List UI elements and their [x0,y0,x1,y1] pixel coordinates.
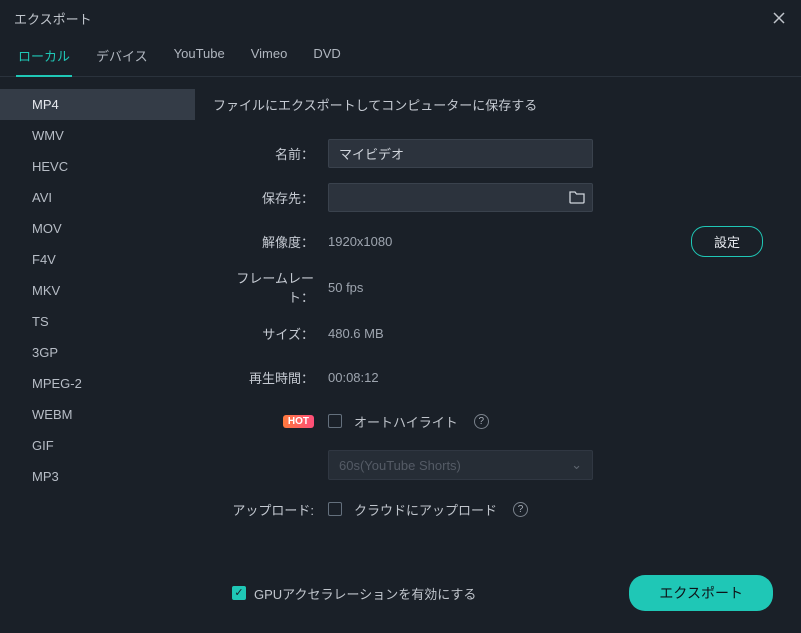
folder-icon [569,190,585,204]
close-button[interactable] [769,8,789,28]
save-to-label: 保存先： [213,188,328,207]
section-title: ファイルにエクスポートしてコンピューターに保存する [213,95,773,114]
browse-folder-button[interactable] [569,190,585,204]
gpu-accel-checkbox[interactable] [232,586,246,600]
resolution-value: 1920x1080 [328,234,392,249]
close-icon [772,11,786,25]
format-item-wmv[interactable]: WMV [0,120,195,151]
tab-local[interactable]: ローカル [16,40,72,77]
auto-highlight-checkbox[interactable] [328,414,342,428]
settings-button[interactable]: 設定 [691,226,763,257]
chevron-down-icon: ⌄ [571,457,582,473]
cloud-upload-label: クラウドにアップロード [354,500,497,519]
auto-highlight-help-icon[interactable]: ? [474,414,489,429]
hot-badge: HOT [283,415,314,428]
tab-vimeo[interactable]: Vimeo [249,40,290,76]
window-title: エクスポート [14,9,92,28]
format-item-mkv[interactable]: MKV [0,275,195,306]
framerate-value: 50 fps [328,280,363,295]
duration-value: 00:08:12 [328,370,379,385]
format-item-gif[interactable]: GIF [0,430,195,461]
format-item-mov[interactable]: MOV [0,213,195,244]
format-item-avi[interactable]: AVI [0,182,195,213]
name-input[interactable] [328,139,593,168]
gpu-accel-label: GPUアクセラレーションを有効にする [254,584,476,603]
duration-label: 再生時間： [213,368,328,387]
format-sidebar: MP4 WMV HEVC AVI MOV F4V MKV TS 3GP MPEG… [0,77,195,561]
export-button[interactable]: エクスポート [629,575,773,611]
framerate-label: フレームレート： [213,268,328,306]
cloud-upload-help-icon[interactable]: ? [513,502,528,517]
name-label: 名前： [213,144,328,163]
tab-bar: ローカル デバイス YouTube Vimeo DVD [0,34,801,77]
size-value: 480.6 MB [328,326,384,341]
format-item-mp4[interactable]: MP4 [0,89,195,120]
size-label: サイズ： [213,324,328,343]
format-item-ts[interactable]: TS [0,306,195,337]
gpu-accel-toggle[interactable]: GPUアクセラレーションを有効にする [232,584,476,603]
upload-label: アップロード: [213,500,328,519]
format-item-hevc[interactable]: HEVC [0,151,195,182]
format-item-3gp[interactable]: 3GP [0,337,195,368]
format-item-webm[interactable]: WEBM [0,399,195,430]
cloud-upload-checkbox[interactable] [328,502,342,516]
tab-device[interactable]: デバイス [94,40,150,76]
save-path-input[interactable] [328,183,593,212]
resolution-label: 解像度： [213,232,328,251]
shorts-duration-select[interactable]: 60s(YouTube Shorts) ⌄ [328,450,593,480]
shorts-duration-value: 60s(YouTube Shorts) [339,458,461,473]
auto-highlight-label: オートハイライト [354,412,458,431]
format-item-f4v[interactable]: F4V [0,244,195,275]
format-item-mpeg2[interactable]: MPEG-2 [0,368,195,399]
tab-youtube[interactable]: YouTube [172,40,227,76]
format-item-mp3[interactable]: MP3 [0,461,195,492]
tab-dvd[interactable]: DVD [311,40,342,76]
